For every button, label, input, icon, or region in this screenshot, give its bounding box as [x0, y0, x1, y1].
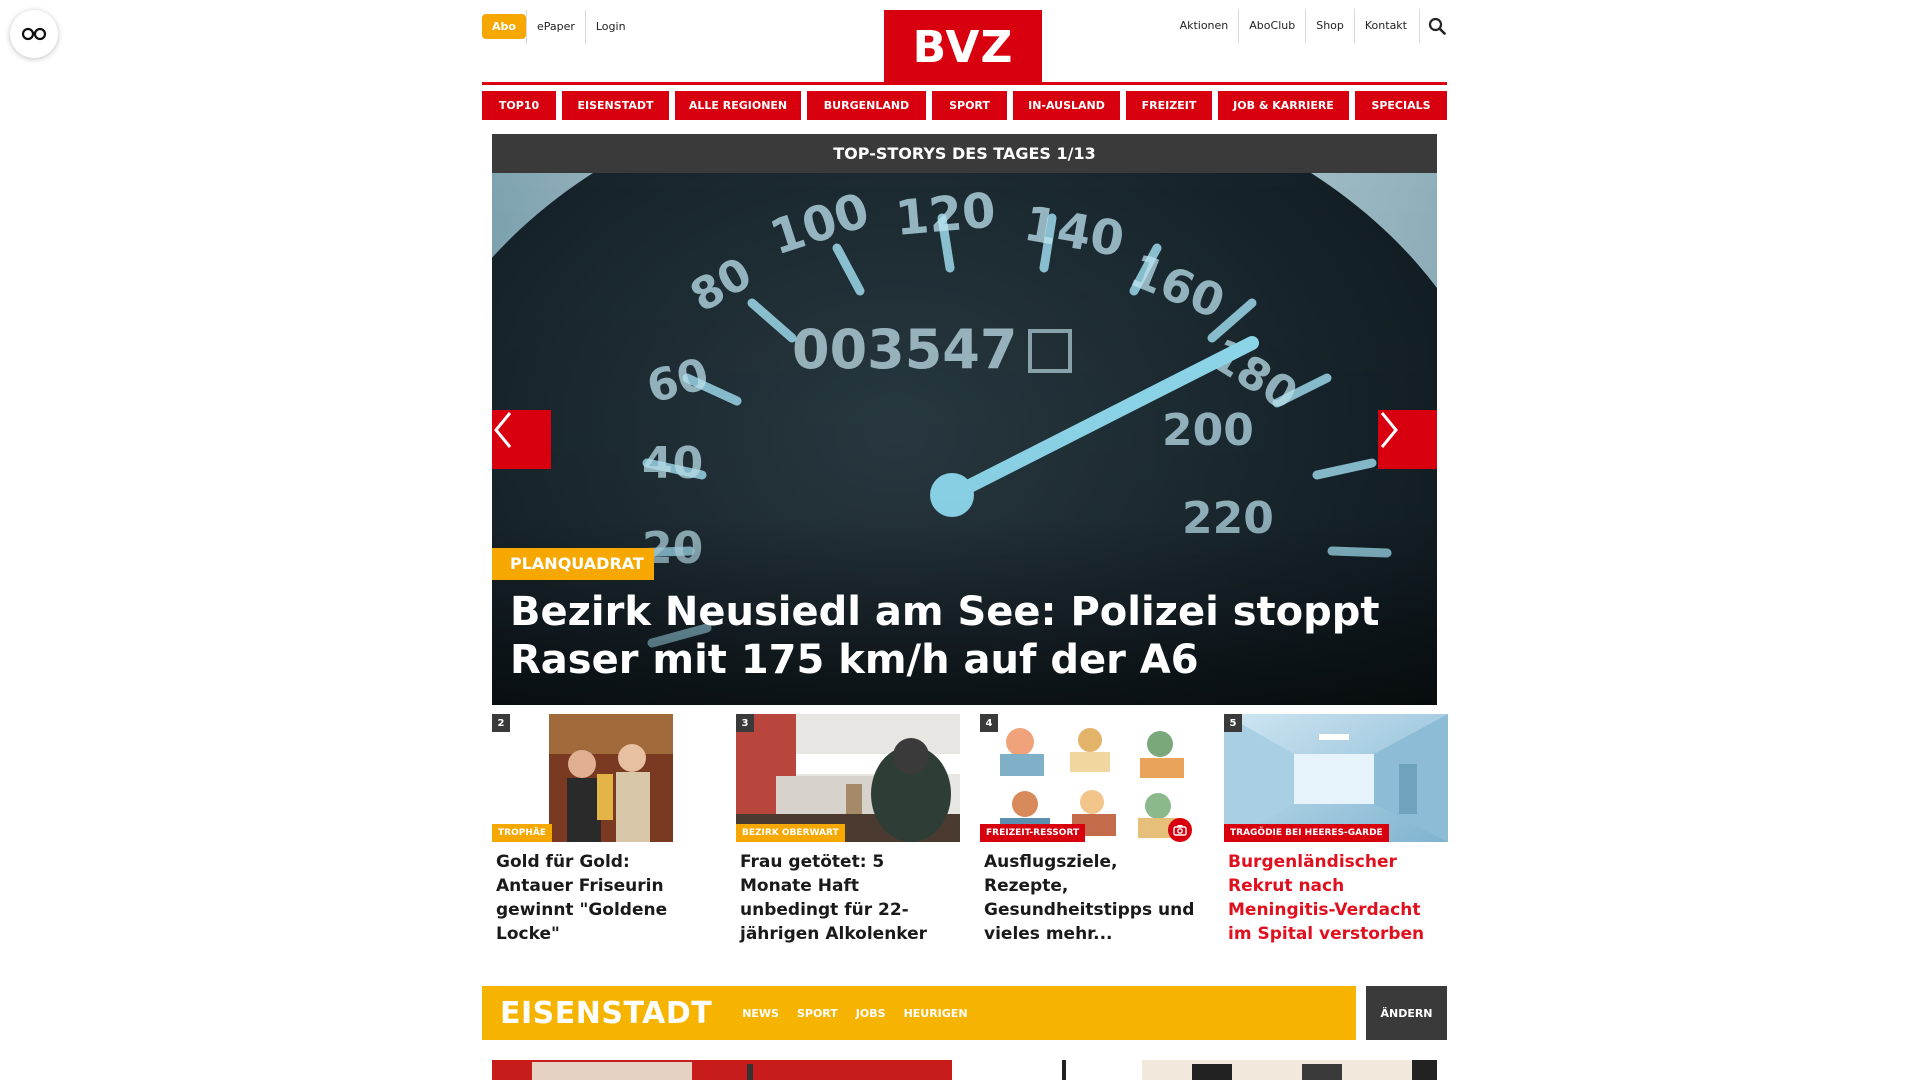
teaser-card[interactable]: 2 TROPHÄE Gold für Gold: Antauer Friseur…	[492, 714, 716, 954]
region-link-jobs[interactable]: JOBS	[856, 1007, 886, 1020]
hero-story-title[interactable]: Bezirk Neusiedl am See: Polizei stoppt R…	[510, 588, 1410, 684]
teaser-image[interactable]: 3 BEZIRK OBERWART	[736, 714, 960, 842]
change-region-button[interactable]: ÄNDERN	[1366, 986, 1447, 1040]
slider-next-button[interactable]	[1378, 410, 1437, 469]
header-right-links: Aktionen AboClub Shop Kontakt	[1170, 9, 1447, 43]
nav-item-sport[interactable]: SPORT	[932, 91, 1007, 120]
slider-prev-button[interactable]	[492, 410, 551, 469]
kontakt-link[interactable]: Kontakt	[1353, 9, 1417, 43]
teaser-tag[interactable]: TROPHÄE	[492, 824, 552, 842]
nav-item-job-karriere[interactable]: JOB & KARRIERE	[1218, 91, 1349, 120]
chevron-right-icon	[1380, 412, 1398, 448]
shop-link[interactable]: Shop	[1305, 9, 1354, 43]
epaper-link[interactable]: ePaper	[525, 9, 585, 44]
nav-item-top10[interactable]: TOP10	[482, 91, 556, 120]
top-stories-teasers: 2 TROPHÄE Gold für Gold: Antauer Friseur…	[492, 714, 1448, 954]
preview-images	[492, 1060, 1437, 1080]
teaser-title[interactable]: Burgenländischer Rekrut nach Meningitis-…	[1224, 850, 1448, 946]
search-icon	[1428, 17, 1446, 35]
teaser-photo	[736, 714, 960, 842]
bvz-logo[interactable]: BVZ	[884, 10, 1042, 84]
region-articles-preview	[492, 1060, 1437, 1080]
region-title[interactable]: EISENSTADT	[500, 996, 712, 1031]
aboclub-link[interactable]: AboClub	[1238, 9, 1305, 43]
nav-item-specials[interactable]: SPECIALS	[1355, 91, 1447, 120]
hero-story-image[interactable]: 100 120 140 160 180 200 220 80 60 40 20 …	[492, 173, 1437, 705]
teaser-tag[interactable]: FREIZEIT-RESSORT	[980, 824, 1086, 842]
region-section-bar: EISENSTADT NEWS SPORT JOBS HEURIGEN	[482, 986, 1356, 1040]
teaser-card[interactable]: 3 BEZIRK OBERWART Frau getötet: 5 Monate…	[736, 714, 960, 954]
nav-item-in-ausland[interactable]: IN-AUSLAND	[1013, 91, 1120, 120]
header-divider	[482, 82, 1447, 85]
nav-item-eisenstadt[interactable]: EISENSTADT	[562, 91, 669, 120]
teaser-title[interactable]: Ausflugsziele, Rezepte, Gesundheitstipps…	[980, 850, 1204, 946]
abo-button[interactable]: Abo	[482, 14, 526, 39]
region-link-sport[interactable]: SPORT	[797, 1007, 838, 1020]
region-link-heurigen[interactable]: HEURIGEN	[904, 1007, 968, 1020]
nav-item-alle-regionen[interactable]: ALLE REGIONEN	[675, 91, 801, 120]
region-link-news[interactable]: NEWS	[742, 1007, 779, 1020]
login-link[interactable]: Login	[584, 9, 636, 44]
teaser-rank: 4	[980, 714, 998, 732]
teaser-rank: 2	[492, 714, 510, 732]
teaser-image[interactable]: 2 TROPHÄE	[492, 714, 716, 842]
teaser-photo	[492, 714, 716, 842]
nav-item-freizeit[interactable]: FREIZEIT	[1126, 91, 1212, 120]
site-header: Abo ePaper Login BVZ Aktionen AboClub Sh…	[482, 0, 1447, 86]
search-button[interactable]	[1419, 9, 1447, 43]
nav-item-burgenland[interactable]: BURGENLAND	[807, 91, 926, 120]
page-container: Abo ePaper Login BVZ Aktionen AboClub Sh…	[482, 0, 1448, 1080]
teaser-rank: 5	[1224, 714, 1242, 732]
camera-icon	[1173, 825, 1187, 836]
teaser-image[interactable]: 4 FREIZEIT-RESSORT	[980, 714, 1204, 842]
reader-mode-button[interactable]	[10, 10, 58, 58]
teaser-rank: 3	[736, 714, 754, 732]
teaser-title[interactable]: Gold für Gold: Antauer Friseurin gewinnt…	[492, 850, 716, 946]
teaser-image[interactable]: 5 TRAGÖDIE BEI HEERES-GARDE	[1224, 714, 1448, 842]
teaser-photo	[1224, 714, 1448, 842]
teaser-card[interactable]: 4 FREIZEIT-RESSORT Ausflugsziele, Rezept…	[980, 714, 1204, 954]
teaser-card[interactable]: 5 TRAGÖDIE BEI HEERES-GARDE Burgenländis…	[1224, 714, 1448, 954]
top-stories-slider: TOP-STORYS DES TAGES 1/13 PLANQUADRAT Be…	[492, 134, 1437, 705]
teaser-tag[interactable]: TRAGÖDIE BEI HEERES-GARDE	[1224, 824, 1389, 842]
glasses-icon	[21, 27, 47, 41]
gallery-badge	[1168, 818, 1192, 842]
header-left-links: Abo ePaper Login	[482, 9, 636, 44]
chevron-left-icon	[494, 412, 512, 448]
teaser-title[interactable]: Frau getötet: 5 Monate Haft unbedingt fü…	[736, 850, 960, 946]
hero-story-tag[interactable]: PLANQUADRAT	[492, 548, 654, 580]
teaser-tag[interactable]: BEZIRK OBERWART	[736, 824, 845, 842]
top-stories-header: TOP-STORYS DES TAGES 1/13	[492, 134, 1437, 173]
main-navigation: TOP10 EISENSTADT ALLE REGIONEN BURGENLAN…	[482, 91, 1447, 120]
aktionen-link[interactable]: Aktionen	[1170, 9, 1239, 43]
